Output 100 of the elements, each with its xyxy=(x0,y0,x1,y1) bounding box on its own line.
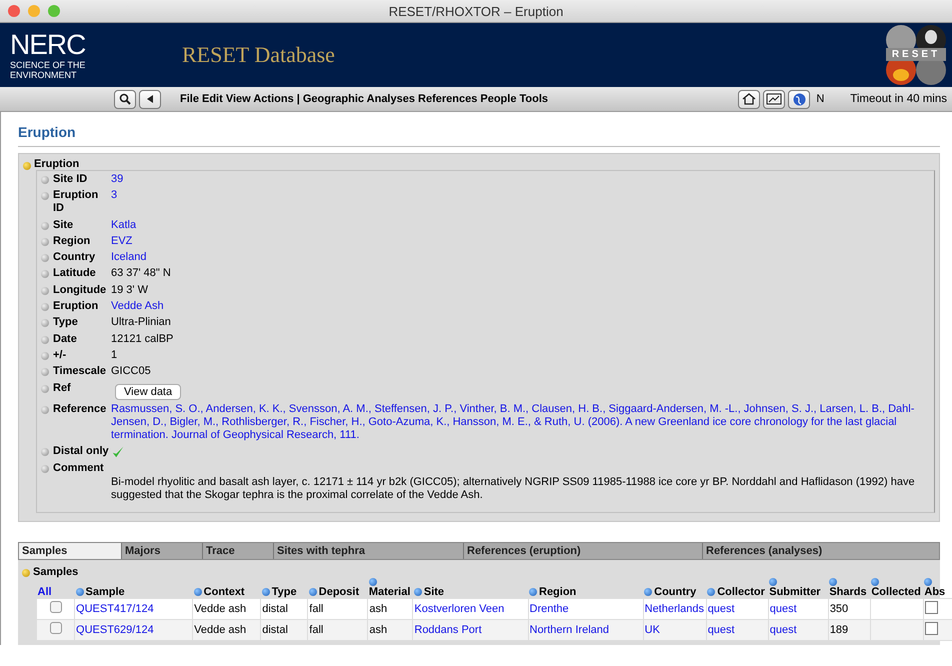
column-header: Collected xyxy=(871,586,921,598)
table-cell: ash xyxy=(369,602,388,615)
tab[interactable]: References (analyses) xyxy=(703,542,939,559)
field-label: Type xyxy=(53,316,79,330)
field-link[interactable]: 3 xyxy=(111,189,930,202)
column-header: Sample xyxy=(86,586,125,598)
logo-text: RESET xyxy=(886,48,946,61)
field-bullet-icon xyxy=(41,222,49,230)
org-logo-text: NERC xyxy=(10,30,86,60)
search-button[interactable] xyxy=(114,90,136,108)
field-label: Site ID xyxy=(53,173,88,186)
sort-icon[interactable] xyxy=(707,588,716,596)
column-header: Region xyxy=(539,586,576,598)
field-bullet-icon xyxy=(41,465,49,474)
column-header: Deposit xyxy=(318,586,360,598)
timeout-label: Timeout in 40 mins xyxy=(850,93,947,105)
cell-link[interactable]: UK xyxy=(644,624,660,636)
field-bullet-icon xyxy=(41,303,49,312)
abs-checkbox[interactable] xyxy=(924,622,938,635)
table-cell: distal xyxy=(262,602,288,615)
field-label: Eruption xyxy=(53,300,100,314)
field-label: Region xyxy=(53,234,92,248)
field-bullet-icon xyxy=(41,254,49,262)
view-data-button[interactable]: View data xyxy=(115,384,182,400)
chart-icon xyxy=(766,93,782,105)
field-label: Eruption ID xyxy=(53,189,100,216)
field-label: Distal only xyxy=(53,445,110,458)
field-label: Reference xyxy=(53,402,108,416)
table-cell: ash xyxy=(369,624,388,636)
select-all-link[interactable]: All xyxy=(38,586,52,598)
sort-icon[interactable] xyxy=(76,588,84,596)
field-label: Date xyxy=(53,332,78,346)
globe-button[interactable] xyxy=(788,90,810,108)
sort-icon[interactable] xyxy=(308,588,317,596)
tab[interactable]: References (eruption) xyxy=(464,542,703,559)
sort-icon[interactable] xyxy=(644,588,652,596)
field-bullet-icon xyxy=(41,192,49,200)
column-header: Submitter xyxy=(769,586,821,598)
table-cell: 350 xyxy=(830,602,848,615)
back-button[interactable] xyxy=(139,90,161,108)
abs-checkbox[interactable] xyxy=(924,600,938,614)
table-cell: 189 xyxy=(830,624,848,636)
window-title: RESET/RHOXTOR – Eruption xyxy=(388,4,564,18)
close-button[interactable] xyxy=(8,5,20,17)
section-bullet-icon xyxy=(23,162,31,170)
column-header: Site xyxy=(424,586,444,598)
field-bullet-icon xyxy=(41,384,49,393)
field-bullet-icon xyxy=(41,352,49,360)
main-menu[interactable]: File Edit View Actions | Geographic Analyses References People Tools xyxy=(180,93,548,105)
field-value: 12121 calBP xyxy=(111,332,174,345)
field-bullet-icon xyxy=(41,270,49,278)
field-link[interactable]: Katla xyxy=(111,218,930,232)
tab[interactable]: Trace xyxy=(203,542,274,559)
field-bullet-icon xyxy=(41,176,49,184)
tab[interactable]: Majors xyxy=(122,542,203,559)
chart-button[interactable] xyxy=(763,90,786,108)
field-value: 19 3' W xyxy=(111,284,148,296)
field-value: GICC05 xyxy=(111,365,151,378)
row-checkbox[interactable] xyxy=(50,601,62,614)
field-bullet-icon xyxy=(41,406,49,414)
field-link[interactable]: EVZ xyxy=(111,234,930,248)
field-label: Ref xyxy=(53,382,72,395)
home-button[interactable] xyxy=(738,90,760,108)
field-link[interactable]: Iceland xyxy=(111,251,930,264)
search-icon xyxy=(119,93,131,105)
sort-icon[interactable] xyxy=(368,578,377,586)
field-label: +/- xyxy=(53,348,68,362)
section-heading: Eruption xyxy=(34,158,80,170)
page-title: Eruption xyxy=(18,124,940,147)
cell-link[interactable]: Drenthe xyxy=(530,602,569,615)
triangle-icon xyxy=(145,94,155,104)
field-label: Site xyxy=(53,218,74,232)
home-icon xyxy=(742,93,756,105)
field-link[interactable]: Vedde Ash xyxy=(111,300,930,314)
site-title: RESET Database xyxy=(182,42,336,68)
globe-icon xyxy=(792,92,806,106)
field-label: Comment xyxy=(53,462,105,476)
field-bullet-icon xyxy=(41,448,49,456)
column-header: Abs xyxy=(924,586,946,598)
sort-icon[interactable] xyxy=(924,578,932,586)
field-value: 63 37' 48" N xyxy=(111,267,171,280)
tab[interactable]: Sites with tephra xyxy=(274,542,464,559)
sort-icon[interactable] xyxy=(769,578,778,586)
field-link[interactable]: Rasmussen, S. O., Andersen, K. K., Svensson, A. M., Steffensen, J. P., Vinther, B. M., Clausen, H. B., Siggaard-Andersen, M. -L., Johnsen, S. J., Larsen, L. B., Dahl-Jensen, D., Bigler, M., Rothlisberger, R., Fischer, H., Goto-Azuma, K., Hansson, M. E., & Ruth, U. (2006). A new Greenland ice core chronology for the last glacial termination. Journal of Geophysical Research, 111. xyxy=(111,402,930,442)
tab[interactable]: Samples xyxy=(19,542,122,559)
row-checkbox[interactable] xyxy=(50,622,62,634)
column-header: Context xyxy=(204,586,245,598)
sort-icon[interactable] xyxy=(194,588,202,596)
column-header: Country xyxy=(654,586,696,598)
table-cell: fall xyxy=(309,624,324,636)
sort-icon[interactable] xyxy=(829,578,838,586)
comment-text: Bi-model rhyolitic and basalt ash layer, c. 12171 ± 114 yr b2k (GICC05); alternatively NGRIP SS09 11985-11988 ice core yr BP. Norddahl and Haflidason (1992) have suggested that the Skogar tephra is the proximal correlate of the Vedde Ash. xyxy=(111,476,916,502)
sort-icon[interactable] xyxy=(262,588,270,596)
field-label: Country xyxy=(53,251,96,264)
column-header: Shards xyxy=(829,586,867,598)
sort-icon[interactable] xyxy=(871,578,880,586)
sort-icon[interactable] xyxy=(529,588,537,596)
sort-icon[interactable] xyxy=(414,588,422,596)
zoom-button[interactable] xyxy=(48,5,60,17)
field-link[interactable]: 39 xyxy=(111,173,930,186)
